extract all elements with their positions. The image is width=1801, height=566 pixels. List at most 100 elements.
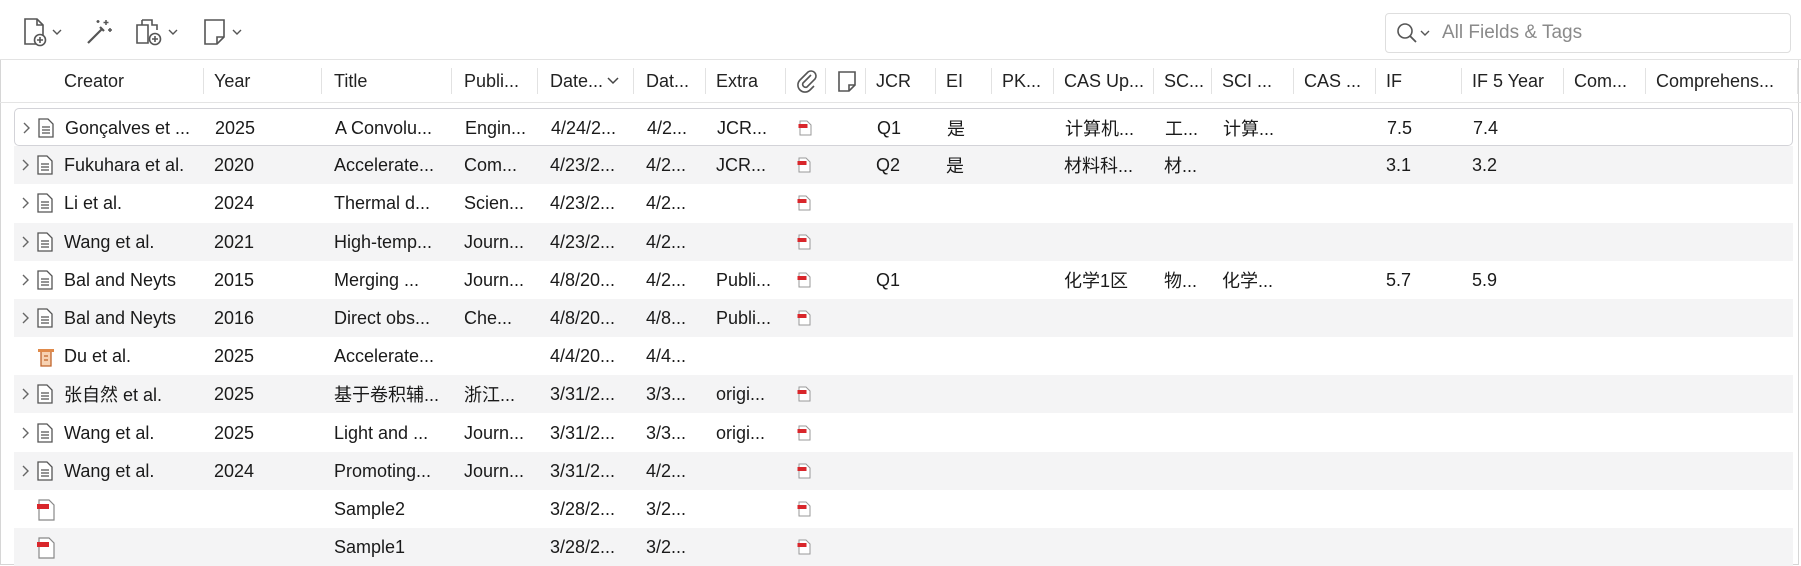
column-header-label: Dat... xyxy=(646,70,690,91)
new-note-button[interactable] xyxy=(202,14,242,50)
pdf-attachment-icon[interactable] xyxy=(796,310,812,326)
column-header-if5[interactable]: IF 5 Year xyxy=(1462,60,1564,102)
chevron-right-icon[interactable] xyxy=(18,273,32,287)
cell-date-added: 4/24/2... xyxy=(551,117,617,138)
search-input[interactable] xyxy=(1440,21,1764,45)
search-box[interactable] xyxy=(1385,13,1791,53)
cell-sci xyxy=(1222,337,1290,375)
cell-cas xyxy=(1304,375,1372,413)
column-header-publication[interactable]: Publi... xyxy=(454,60,538,102)
column-resize-handle[interactable] xyxy=(451,68,452,94)
column-header-creator[interactable]: Creator xyxy=(54,60,204,102)
column-header-year[interactable]: Year xyxy=(204,60,322,102)
cell-if5 xyxy=(1472,528,1560,566)
chevron-right-icon[interactable] xyxy=(18,464,32,478)
table-row[interactable]: Du et al. 2025 Accelerate... 4/4/20... 4/4..… xyxy=(14,337,1793,375)
table-row[interactable]: 张自然 et al. 2025 基于卷积辅... 浙江... 3/31/2... 3/3.… xyxy=(14,375,1793,413)
cell-cas-up xyxy=(1064,490,1150,528)
column-header-date-added[interactable]: Date... xyxy=(540,60,634,102)
journal-article-icon xyxy=(38,118,54,138)
chevron-down-icon xyxy=(1420,30,1430,36)
column-header-title[interactable]: Title xyxy=(324,60,452,102)
cell-creator: Li et al. xyxy=(64,192,123,213)
pdf-attachment-icon[interactable] xyxy=(796,425,812,441)
cell-title: Merging ... xyxy=(334,269,420,290)
column-resize-handle[interactable] xyxy=(537,68,538,94)
cell-extra: origi... xyxy=(716,422,766,443)
cell-pku xyxy=(1002,490,1050,528)
journal-article-icon xyxy=(37,232,53,252)
chevron-right-icon[interactable] xyxy=(19,121,33,135)
new-note-icon xyxy=(204,19,225,45)
chevron-down-icon xyxy=(168,29,178,35)
chevron-right-icon[interactable] xyxy=(18,235,32,249)
column-header-label: Comprehens... xyxy=(1656,70,1775,91)
table-row[interactable]: Wang et al. 2021 High-temp... Journ... 4/23/… xyxy=(14,223,1793,261)
chevron-right-icon[interactable] xyxy=(18,196,32,210)
column-header-sc[interactable]: SC... xyxy=(1154,60,1212,102)
cell-date-modified: 4/4... xyxy=(646,345,687,366)
pdf-attachment-icon[interactable] xyxy=(796,463,812,479)
cell-title: Thermal d... xyxy=(334,192,431,213)
column-header-pku[interactable]: PK... xyxy=(992,60,1054,102)
table-row[interactable]: Wang et al. 2024 Promoting... Journ... 3/31/… xyxy=(14,452,1793,490)
column-header-jcr[interactable]: JCR xyxy=(866,60,936,102)
column-header-notes[interactable] xyxy=(826,60,866,102)
column-header-cas[interactable]: CAS ... xyxy=(1294,60,1376,102)
cell-title: Promoting... xyxy=(334,460,432,481)
pdf-attachment-icon[interactable] xyxy=(796,501,812,517)
cell-extra xyxy=(716,490,782,528)
pdf-attachment-icon[interactable] xyxy=(796,386,812,402)
table-row[interactable]: Bal and Neyts 2015 Merging ... Journ... 4/8/… xyxy=(14,261,1793,299)
cell-pku xyxy=(1002,528,1050,566)
column-header-comprehensive[interactable]: Comprehens... xyxy=(1646,60,1798,102)
cell-title: Direct obs... xyxy=(334,307,431,328)
cell-jcr xyxy=(876,414,932,452)
column-header-if[interactable]: IF xyxy=(1376,60,1462,102)
cell-jcr xyxy=(876,184,932,222)
column-header-sci[interactable]: SCI ... xyxy=(1212,60,1294,102)
chevron-right-icon[interactable] xyxy=(18,426,32,440)
add-by-identifier-button[interactable] xyxy=(84,14,114,50)
table-row[interactable]: Fukuhara et al. 2020 Accelerate... Com... 4/… xyxy=(14,146,1793,184)
new-attachment-button[interactable] xyxy=(134,14,178,50)
pdf-attachment-icon[interactable] xyxy=(797,120,813,136)
cell-if xyxy=(1386,337,1458,375)
table-row[interactable]: Sample1 3/28/2... 3/2... xyxy=(14,528,1793,566)
cell-jcr xyxy=(876,223,932,261)
chevron-right-icon[interactable] xyxy=(18,387,32,401)
cell-cas xyxy=(1304,528,1372,566)
column-header-com[interactable]: Com... xyxy=(1564,60,1646,102)
table-row[interactable]: Li et al. 2024 Thermal d... Scien... 4/23/2.… xyxy=(14,184,1793,222)
column-header-extra[interactable]: Extra xyxy=(706,60,786,102)
table-row[interactable]: Gonçalves et ... 2025 A Convolu... Engin...… xyxy=(14,108,1793,146)
pdf-attachment-icon[interactable] xyxy=(796,539,812,555)
column-header-cas-up[interactable]: CAS Up... xyxy=(1054,60,1154,102)
pdf-attachment-icon[interactable] xyxy=(796,157,812,173)
cell-title: Accelerate... xyxy=(334,345,435,366)
cell-publication: 浙江... xyxy=(464,385,516,405)
column-header-attachments[interactable] xyxy=(786,60,826,102)
cell-sc: 物... xyxy=(1164,271,1198,291)
cell-date-modified: 4/8... xyxy=(646,307,687,328)
table-row[interactable]: Bal and Neyts 2016 Direct obs... Che... 4/8/… xyxy=(14,299,1793,337)
cell-extra xyxy=(716,223,782,261)
chevron-right-icon[interactable] xyxy=(18,158,32,172)
column-header-ei[interactable]: EI xyxy=(936,60,992,102)
cell-date-added: 4/4/20... xyxy=(550,345,616,366)
cell-year xyxy=(214,490,318,528)
column-header-date-modified[interactable]: Dat... xyxy=(636,60,706,102)
pdf-attachment-icon[interactable] xyxy=(796,234,812,250)
chevron-right-icon[interactable] xyxy=(18,311,32,325)
column-resize-handle[interactable] xyxy=(1797,68,1798,94)
new-item-button[interactable] xyxy=(22,14,62,50)
pdf-attachment-icon[interactable] xyxy=(796,272,812,288)
table-row[interactable]: Wang et al. 2025 Light and ... Journ... 3/31… xyxy=(14,414,1793,452)
search-mode-button[interactable] xyxy=(1396,22,1430,44)
pdf-attachment-icon[interactable] xyxy=(796,195,812,211)
table-row[interactable]: Sample2 3/28/2... 3/2... xyxy=(14,490,1793,528)
column-resize-handle[interactable] xyxy=(633,68,634,94)
cell-cas-up xyxy=(1064,223,1150,261)
cell-publication xyxy=(464,337,534,375)
column-resize-handle[interactable] xyxy=(321,68,322,94)
